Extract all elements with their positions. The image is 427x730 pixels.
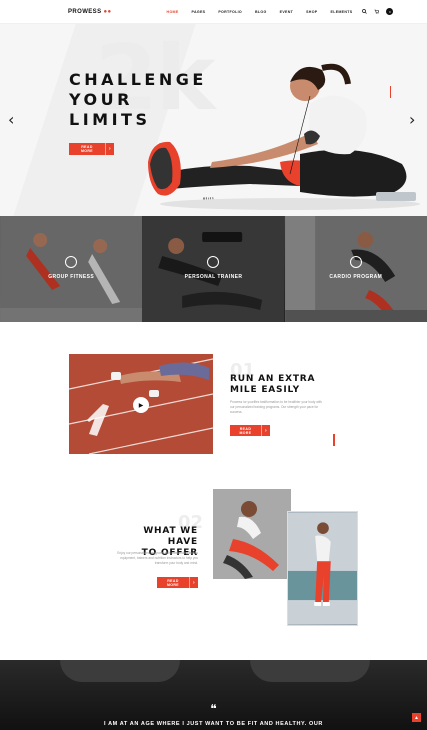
scroll-to-top-icon[interactable]: ▲ (412, 713, 421, 722)
service-card-group-fitness[interactable]: GROUP FITNESS (0, 216, 143, 322)
hero-slider: 2k CHALLENGE YOUR LIMITS READ MORE › ‹ ›… (0, 24, 427, 216)
service-card-personal-trainer[interactable]: PERSONAL TRAINER (142, 216, 285, 322)
offer-section-text: Enjoy our personalized programs with out… (117, 551, 198, 565)
slider-prev-arrow-icon[interactable]: ‹ (8, 110, 14, 129)
run-read-more-label: READ MORE (239, 426, 252, 435)
service-title-personal-trainer: PERSONAL TRAINER (184, 274, 243, 280)
main-nav: HOME PAGES PORTFOLIO BLOG EVENT SHOP ELE… (167, 10, 353, 14)
offer-read-more-button[interactable]: READ MORE › (157, 577, 198, 588)
nav-item-home[interactable]: HOME (167, 10, 179, 14)
service-overlay (0, 216, 143, 322)
service-overlay (284, 216, 427, 322)
personal-trainer-icon (207, 256, 220, 268)
logo-text: PROWESS (68, 8, 102, 15)
athlete-sitting-photo (213, 489, 291, 579)
quote-icon: ❝ (210, 702, 217, 716)
service-card-cardio-program[interactable]: CARDIO PROGRAM (284, 216, 427, 322)
menu-toggle-icon[interactable]: ≡ (386, 8, 394, 15)
service-overlay (142, 216, 285, 322)
service-title-cardio-program: CARDIO PROGRAM (329, 274, 383, 280)
header-icons: ≡ (362, 8, 394, 15)
nav-item-pages[interactable]: PAGES (192, 10, 206, 14)
arrow-right-icon: › (189, 577, 198, 588)
athlete-standing-photo (288, 512, 357, 625)
site-header: PROWESS ●● HOME PAGES PORTFOLIO BLOG EVE… (0, 0, 427, 24)
testimonial-shoe-right (250, 660, 370, 682)
group-fitness-icon (65, 256, 78, 268)
testimonial-text: I AM AT AN AGE WHERE I JUST WANT TO BE F… (104, 721, 323, 727)
cart-icon[interactable] (374, 9, 380, 14)
run-section-text: Prowess lor yourlifes fastlformation to … (230, 400, 322, 414)
nav-item-event[interactable]: EVENT (280, 10, 293, 14)
run-title-line-2: MILE EASILY (230, 385, 300, 395)
cardio-program-icon (349, 256, 362, 268)
services-strip: GROUP FITNESS PERSONAL TRAINER CARDIO PR… (0, 216, 427, 322)
nav-item-portfolio[interactable]: PORTFOLIO (218, 10, 242, 14)
play-icon[interactable]: ▶ (133, 397, 149, 413)
arrow-right-icon: › (105, 143, 114, 155)
hero-read-more-label: READ MORE (80, 145, 94, 153)
hero-read-more-button[interactable]: READ MORE › (69, 143, 114, 155)
testimonial-section: ❝ (0, 660, 427, 730)
nav-item-elements[interactable]: ELEMENTS (331, 10, 353, 14)
arrow-right-icon: › (261, 425, 270, 436)
offer-image-athlete-sitting (213, 489, 291, 579)
hero-athlete-image (148, 63, 420, 210)
nav-item-blog[interactable]: BLOG (255, 10, 267, 14)
section-accent-line (333, 434, 335, 446)
run-title-line-1: RUN AN EXTRA (230, 374, 316, 384)
nav-item-shop[interactable]: SHOP (306, 10, 317, 14)
logo-dots-icon: ●● (103, 8, 112, 15)
run-read-more-button[interactable]: READ MORE › (230, 425, 270, 436)
offer-title-line-1: WHAT WE HAVE (143, 526, 198, 547)
search-icon[interactable] (362, 9, 368, 14)
run-section-title: RUN AN EXTRA MILE EASILY (230, 374, 315, 396)
hero-title-line-2: YOUR LIMITS (69, 90, 151, 129)
offer-read-more-label: READ MORE (166, 578, 180, 587)
testimonial-shoe-left (60, 660, 180, 682)
service-title-group-fitness: GROUP FITNESS (48, 274, 95, 280)
offer-image-athlete-standing (287, 511, 358, 626)
logo[interactable]: PROWESS ●● (68, 9, 112, 15)
page: PROWESS ●● HOME PAGES PORTFOLIO BLOG EVE… (0, 0, 427, 730)
